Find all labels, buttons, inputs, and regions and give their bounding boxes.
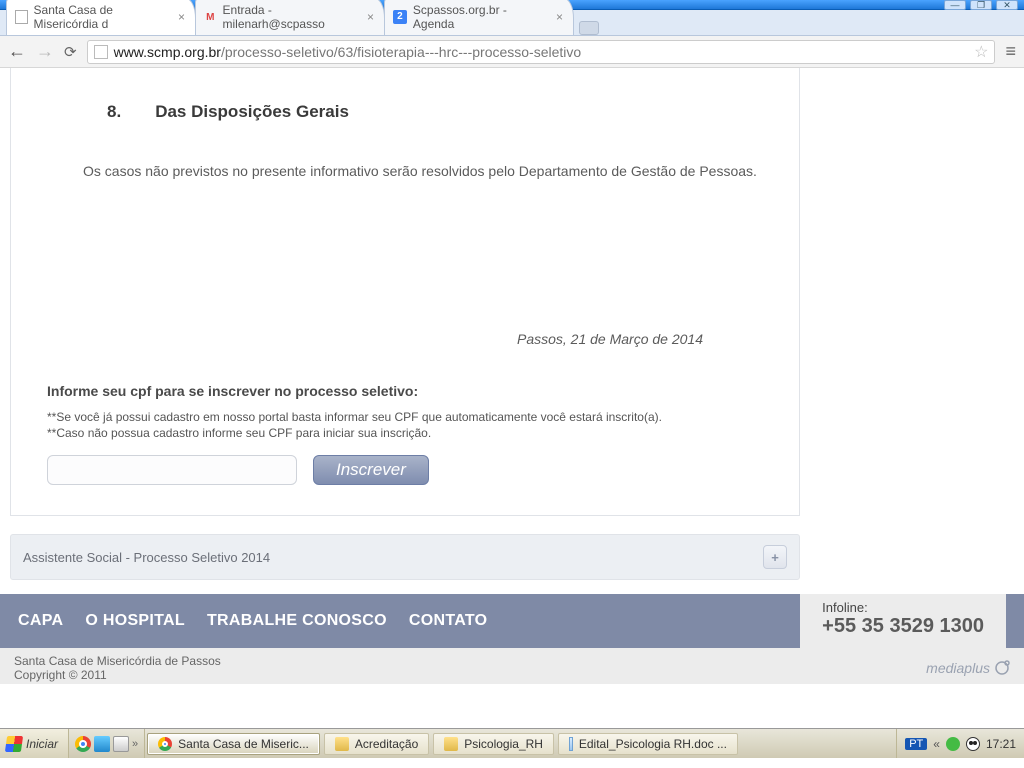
site-nav: CAPA O HOSPITAL TRABALHE CONOSCO CONTATO… [0, 594, 1024, 648]
main-panel: 8. Das Disposições Gerais Os casos não p… [10, 68, 800, 516]
close-icon[interactable]: × [178, 10, 185, 24]
address-bar[interactable]: www.scmp.org.br/processo-seletivo/63/fis… [87, 40, 996, 64]
taskbar-clock[interactable]: 17:21 [986, 737, 1016, 751]
expand-plus-button[interactable]: + [763, 545, 787, 569]
nav-capa[interactable]: CAPA [18, 612, 63, 630]
task-label: Acreditação [355, 737, 418, 751]
window-maximize-button[interactable]: ❐ [970, 0, 992, 10]
folder-icon [335, 737, 349, 751]
browser-toolbar: ← → ⟳ www.scmp.org.br/processo-seletivo/… [0, 36, 1024, 68]
folder-icon [444, 737, 458, 751]
start-label: Iniciar [26, 737, 58, 751]
mediaplus-brand[interactable]: mediaplus [926, 660, 1010, 676]
nav-contato[interactable]: CONTATO [409, 612, 488, 630]
url-path: /processo-seletivo/63/fisioterapia---hrc… [221, 44, 581, 60]
quicklaunch-ie-icon[interactable] [94, 736, 110, 752]
footer-copy: Copyright © 2011 [14, 668, 221, 682]
bookmark-star-icon[interactable]: ☆ [974, 42, 988, 62]
task-label: Psicologia_RH [464, 737, 543, 751]
document-icon [569, 737, 573, 751]
language-indicator[interactable]: PT [905, 738, 927, 750]
taskbar-task-3[interactable]: Edital_Psicologia RH.doc ... [558, 733, 738, 755]
taskbar-task-0[interactable]: Santa Casa de Miseric... [147, 733, 320, 755]
chrome-menu-button[interactable]: ≡ [1005, 41, 1016, 62]
taskbar: Iniciar » Santa Casa de Miseric... Acred… [0, 728, 1024, 758]
back-button[interactable]: ← [8, 41, 26, 62]
section-heading: 8. Das Disposições Gerais [107, 102, 763, 122]
chrome-icon [158, 737, 172, 751]
cpf-prompt: Informe seu cpf para se inscrever no pro… [47, 383, 763, 399]
infoline-label: Infoline: [822, 600, 984, 615]
infoline: Infoline: +55 35 3529 1300 [800, 594, 1006, 648]
windows-logo-icon [5, 736, 23, 752]
page-icon [94, 45, 108, 59]
section-body: Os casos não previstos no presente infor… [47, 162, 763, 181]
mediaplus-label: mediaplus [926, 660, 990, 676]
close-icon[interactable]: × [367, 10, 374, 24]
infoline-number: +55 35 3529 1300 [822, 615, 984, 638]
mediaplus-icon [994, 660, 1010, 676]
section-title: Das Disposições Gerais [155, 102, 349, 122]
cpf-form: Inscrever [47, 455, 763, 485]
tray-expand-icon[interactable]: « [933, 737, 940, 751]
reload-button[interactable]: ⟳ [64, 43, 77, 61]
nav-hospital[interactable]: O HOSPITAL [85, 612, 185, 630]
quicklaunch-chrome-icon[interactable] [75, 736, 91, 752]
quicklaunch-expand-icon[interactable]: » [132, 738, 138, 750]
cpf-hint-1: **Se você já possui cadastro em nosso po… [47, 409, 763, 425]
task-label: Edital_Psicologia RH.doc ... [579, 737, 727, 751]
forward-button[interactable]: → [36, 41, 54, 62]
task-label: Santa Casa de Miseric... [178, 737, 309, 751]
cpf-input[interactable] [47, 455, 297, 485]
window-close-button[interactable]: ✕ [996, 0, 1018, 10]
window-controls: — ❐ ✕ [944, 0, 1018, 10]
quicklaunch-explorer-icon[interactable] [113, 736, 129, 752]
tab-title: Scpassos.org.br - Agenda [413, 3, 550, 31]
url-host: www.scmp.org.br [114, 44, 221, 60]
browser-tab-1[interactable]: M Entrada - milenarh@scpasso × [195, 0, 385, 35]
gmail-icon: M [204, 10, 217, 24]
footer-org: Santa Casa de Misericórdia de Passos [14, 654, 221, 668]
system-tray: PT « 17:21 [896, 729, 1024, 758]
related-item[interactable]: Assistente Social - Processo Seletivo 20… [10, 534, 800, 580]
tab-title: Entrada - milenarh@scpasso [223, 3, 361, 31]
window-minimize-button[interactable]: — [944, 0, 966, 10]
browser-tab-0[interactable]: Santa Casa de Misericórdia d × [6, 0, 196, 35]
site-footer: Santa Casa de Misericórdia de Passos Cop… [0, 648, 1024, 684]
cpf-hint-2: **Caso não possua cadastro informe seu C… [47, 425, 763, 441]
quick-launch: » [69, 729, 145, 758]
tab-strip: Santa Casa de Misericórdia d × M Entrada… [0, 10, 1024, 36]
taskbar-task-1[interactable]: Acreditação [324, 733, 429, 755]
subscribe-button[interactable]: Inscrever [313, 455, 429, 485]
section-number: 8. [107, 102, 121, 122]
tab-title: Santa Casa de Misericórdia d [34, 3, 172, 31]
document-date: Passos, 21 de Março de 2014 [47, 331, 763, 347]
taskbar-task-2[interactable]: Psicologia_RH [433, 733, 554, 755]
tray-panda-icon[interactable] [966, 737, 980, 751]
nav-trabalhe[interactable]: TRABALHE CONOSCO [207, 612, 387, 630]
tray-status-icon[interactable] [946, 737, 960, 751]
page-viewport: 8. Das Disposições Gerais Os casos não p… [0, 68, 1024, 728]
page-icon [15, 10, 28, 24]
new-tab-button[interactable] [579, 21, 599, 35]
browser-tab-2[interactable]: 2 Scpassos.org.br - Agenda × [384, 0, 574, 35]
site-icon: 2 [393, 10, 407, 24]
start-button[interactable]: Iniciar [0, 729, 69, 758]
related-title: Assistente Social - Processo Seletivo 20… [23, 550, 270, 565]
close-icon[interactable]: × [556, 10, 563, 24]
